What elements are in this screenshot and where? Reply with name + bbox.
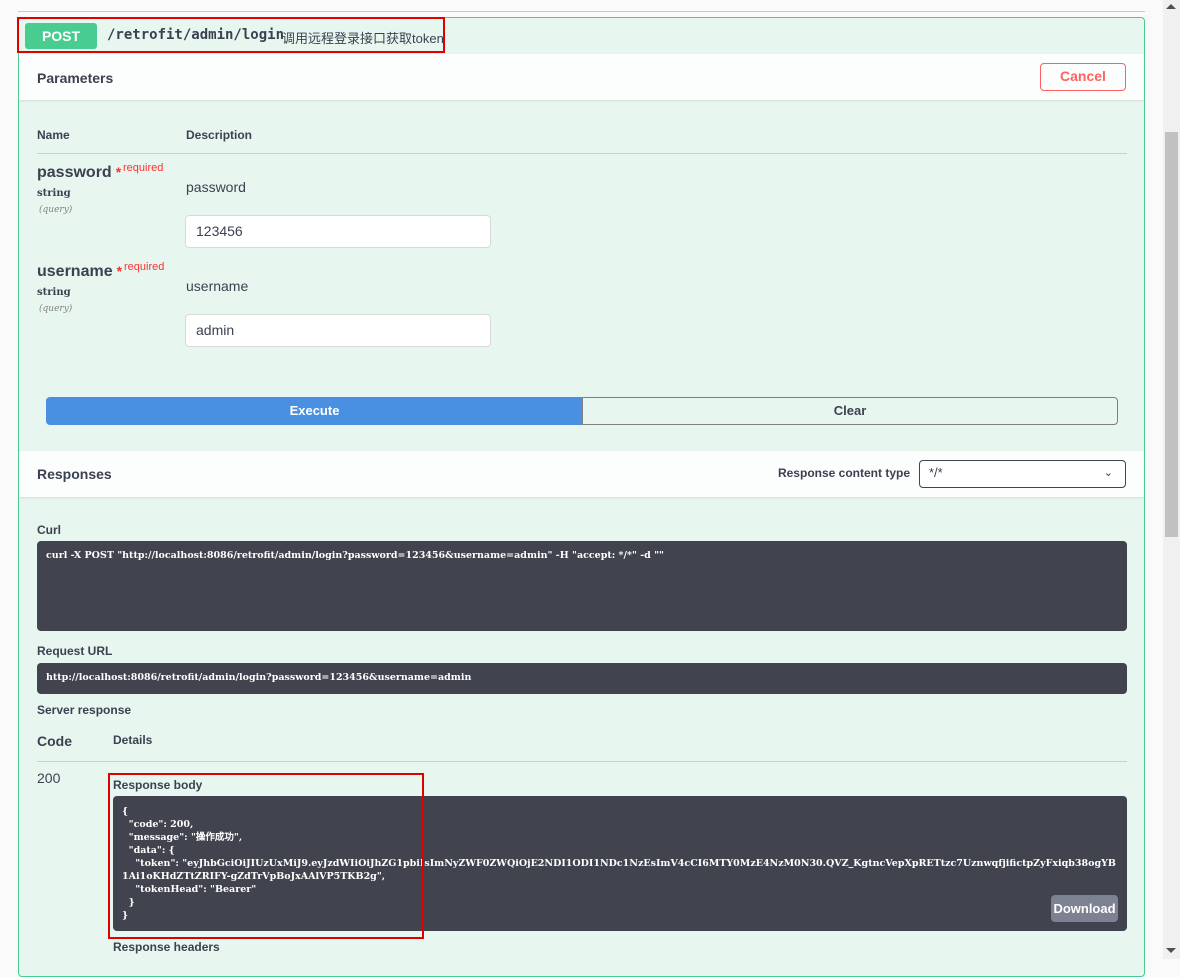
parameters-title: Parameters: [37, 70, 114, 86]
response-table-divider: [37, 761, 1127, 762]
scroll-down-arrow-icon[interactable]: [1166, 948, 1176, 953]
operation-description: 调用远程登录接口获取token: [282, 31, 444, 46]
scroll-up-arrow-icon[interactable]: [1166, 4, 1176, 9]
curl-command: curl -X POST "http://localhost:8086/retr…: [37, 541, 1127, 631]
operation-block-post-login: POST /retrofit/admin/login 调用远程登录接口获取tok…: [18, 17, 1145, 977]
response-body: { "code": 200, "message": "操作成功", "data"…: [113, 796, 1127, 931]
column-header-description: Description: [186, 128, 253, 142]
operation-summary[interactable]: POST /retrofit/admin/login 调用远程登录接口获取tok…: [19, 18, 1144, 54]
clear-button[interactable]: Clear: [582, 397, 1118, 425]
param-description: username: [186, 278, 249, 294]
server-response-label: Server response: [37, 703, 132, 717]
required-star: *: [115, 164, 122, 180]
cancel-button[interactable]: Cancel: [1040, 63, 1126, 91]
param-description: password: [186, 179, 246, 195]
param-type: string: [37, 188, 71, 199]
param-location: (query): [39, 205, 73, 215]
vertical-scrollbar[interactable]: [1163, 0, 1180, 959]
response-content-type-label: Response content type: [777, 466, 910, 480]
request-url-label: Request URL: [37, 644, 113, 658]
param-location: (query): [39, 304, 73, 314]
param-name-username: username *: [37, 263, 123, 280]
details-column-header: Details: [113, 733, 153, 747]
response-status-code: 200: [37, 770, 61, 786]
code-column-header: Code: [37, 733, 72, 749]
execute-button[interactable]: Execute: [46, 397, 583, 425]
columns-divider: [37, 153, 1127, 154]
response-content-type-select[interactable]: */* ⌄: [919, 460, 1126, 488]
responses-title: Responses: [37, 466, 112, 482]
required-star: *: [116, 263, 123, 279]
response-body-label: Response body: [113, 778, 203, 792]
required-label: required: [123, 162, 164, 174]
response-headers-label: Response headers: [113, 940, 220, 954]
request-url: http://localhost:8086/retrofit/admin/log…: [37, 663, 1127, 694]
parameters-header: Parameters Cancel: [19, 54, 1144, 100]
column-header-name: Name: [37, 128, 70, 142]
param-name-password: password *: [37, 164, 122, 181]
scrollbar-thumb[interactable]: [1165, 132, 1178, 537]
password-input[interactable]: 123456: [185, 215, 491, 248]
required-label: required: [124, 261, 165, 273]
top-divider: [18, 11, 1145, 12]
method-badge: POST: [25, 23, 97, 49]
username-input[interactable]: admin: [185, 314, 491, 347]
chevron-down-icon: ⌄: [1103, 467, 1113, 479]
download-button[interactable]: Download: [1051, 895, 1118, 922]
curl-label: Curl: [37, 523, 61, 537]
param-type: string: [37, 287, 71, 298]
operation-path: /retrofit/admin/login: [107, 27, 285, 43]
